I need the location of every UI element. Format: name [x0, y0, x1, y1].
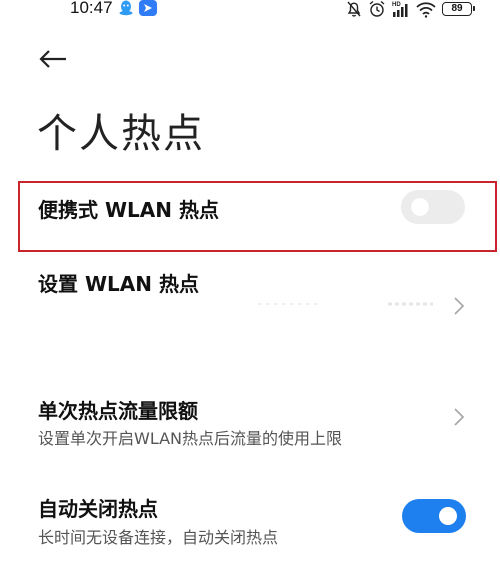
qq-icon	[119, 0, 133, 16]
auto-off-description: 长时间无设备连接，自动关闭热点	[38, 528, 279, 547]
auto-off-label: 自动关闭热点	[38, 497, 158, 521]
message-app-icon	[139, 0, 157, 16]
signal-icon: HD	[392, 2, 408, 17]
toggle-knob	[411, 198, 429, 216]
status-time: 10:47	[70, 0, 113, 17]
arrow-left-icon	[39, 50, 66, 68]
page-title: 个人热点	[37, 111, 205, 157]
setup-hotspot-label[interactable]: 设置 WLAN 热点	[38, 268, 199, 297]
chevron-right-icon[interactable]	[452, 406, 466, 428]
alarm-icon	[369, 0, 385, 17]
mute-icon	[347, 1, 361, 17]
auto-off-toggle[interactable]	[402, 499, 466, 533]
network-hd-label: HD	[392, 2, 401, 8]
toggle-knob	[439, 507, 457, 525]
faded-value-text	[258, 302, 433, 306]
portable-hotspot-label: 便携式 WLAN 热点	[38, 198, 219, 222]
status-icons: HD 89	[346, 0, 475, 18]
back-button[interactable]	[36, 44, 70, 74]
chevron-right-icon[interactable]	[452, 295, 466, 317]
wifi-icon	[416, 2, 436, 18]
data-limit-label[interactable]: 单次热点流量限额	[38, 395, 198, 424]
portable-hotspot-toggle[interactable]	[401, 190, 465, 224]
data-limit-description: 设置单次开启WLAN热点后流量的使用上限	[38, 429, 343, 448]
battery-indicator: 89	[442, 2, 475, 16]
status-bar: 10:47 HD 89	[0, 0, 500, 22]
